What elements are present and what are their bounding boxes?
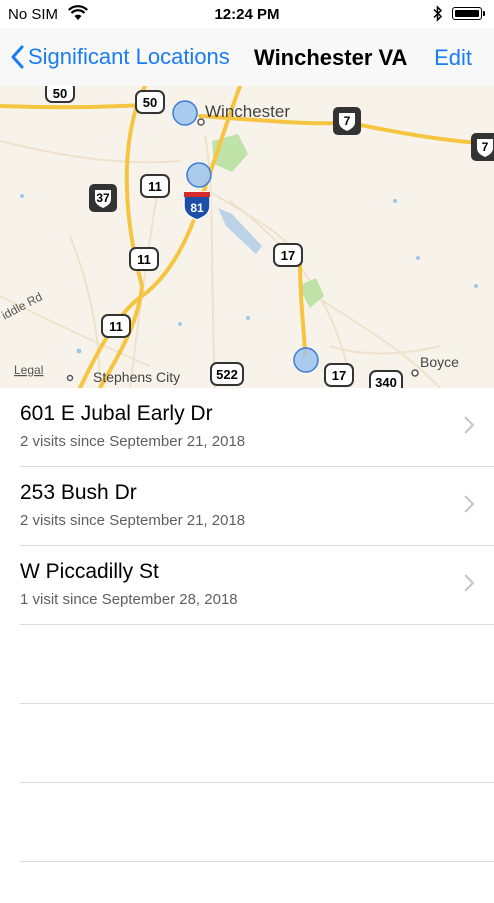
svg-text:17: 17 bbox=[281, 248, 295, 263]
page-title: Winchester VA bbox=[254, 45, 408, 70]
location-visits: 2 visits since September 21, 2018 bbox=[20, 512, 246, 529]
location-visits: 2 visits since September 21, 2018 bbox=[20, 433, 246, 450]
map-label-winchester: Winchester bbox=[205, 102, 290, 121]
shield-i81: 81 bbox=[183, 191, 211, 221]
locations-list: 601 E Jubal Early Dr 2 visits since Sept… bbox=[0, 388, 494, 862]
svg-text:11: 11 bbox=[137, 252, 151, 267]
shield-us50a: 50 bbox=[45, 86, 75, 103]
shield-us522: 522 bbox=[210, 362, 244, 386]
back-button[interactable]: Significant Locations bbox=[10, 42, 230, 72]
battery-icon bbox=[452, 7, 485, 20]
location-name: W Piccadilly St bbox=[20, 560, 159, 583]
shield-us11c: 11 bbox=[101, 314, 131, 338]
empty-row bbox=[20, 625, 494, 704]
list-item[interactable]: 253 Bush Dr 2 visits since September 21,… bbox=[20, 467, 494, 546]
svg-text:50: 50 bbox=[53, 86, 67, 101]
chevron-left-icon bbox=[11, 45, 24, 69]
svg-text:37: 37 bbox=[96, 191, 110, 205]
location-visits: 1 visit since September 28, 2018 bbox=[20, 591, 238, 608]
chevron-right-icon bbox=[464, 495, 474, 513]
shield-us11b: 11 bbox=[129, 247, 159, 271]
shield-va7b: 7 bbox=[471, 133, 494, 161]
location-name: 253 Bush Dr bbox=[20, 481, 137, 504]
empty-row bbox=[20, 704, 494, 783]
edit-button[interactable]: Edit bbox=[434, 45, 472, 71]
clock: 12:24 PM bbox=[214, 6, 280, 23]
svg-text:50: 50 bbox=[143, 95, 157, 110]
svg-text:340: 340 bbox=[375, 375, 397, 388]
list-item[interactable]: 601 E Jubal Early Dr 2 visits since Sept… bbox=[20, 388, 494, 467]
chevron-right-icon bbox=[464, 416, 474, 434]
park-areas bbox=[212, 134, 324, 308]
svg-text:7: 7 bbox=[482, 140, 489, 154]
svg-text:7: 7 bbox=[344, 114, 351, 128]
map-label-boyce: Boyce bbox=[420, 354, 459, 370]
list-item[interactable]: W Piccadilly St 1 visit since September … bbox=[20, 546, 494, 625]
map-label-road: iddle Rd bbox=[0, 289, 45, 322]
navigation-bar: Significant Locations Winchester VA Edit bbox=[0, 28, 494, 86]
shield-us17b: 17 bbox=[324, 363, 354, 387]
status-bar: No SIM 12:24 PM bbox=[0, 0, 494, 28]
shield-va37: 37 bbox=[89, 184, 117, 212]
svg-text:522: 522 bbox=[216, 367, 238, 382]
bluetooth-icon bbox=[432, 5, 444, 26]
svg-text:11: 11 bbox=[148, 179, 162, 194]
map-view[interactable]: Winchester Stephens City Boyce Legal idd… bbox=[0, 86, 494, 388]
map-label-stephens-city: Stephens City bbox=[93, 369, 180, 385]
shield-us17a: 17 bbox=[273, 243, 303, 267]
shield-us340: 340 bbox=[369, 370, 403, 388]
svg-text:11: 11 bbox=[109, 319, 123, 334]
empty-row bbox=[20, 783, 494, 862]
shield-us11a: 11 bbox=[140, 174, 170, 198]
location-name: 601 E Jubal Early Dr bbox=[20, 402, 213, 425]
water-marks bbox=[20, 194, 478, 354]
chevron-right-icon bbox=[464, 574, 474, 592]
map-legal-link[interactable]: Legal bbox=[14, 363, 43, 377]
svg-text:17: 17 bbox=[332, 368, 346, 383]
back-button-label: Significant Locations bbox=[28, 44, 230, 69]
shield-us50b: 50 bbox=[135, 90, 165, 114]
shield-va7a: 7 bbox=[333, 107, 361, 135]
svg-text:81: 81 bbox=[190, 201, 204, 215]
